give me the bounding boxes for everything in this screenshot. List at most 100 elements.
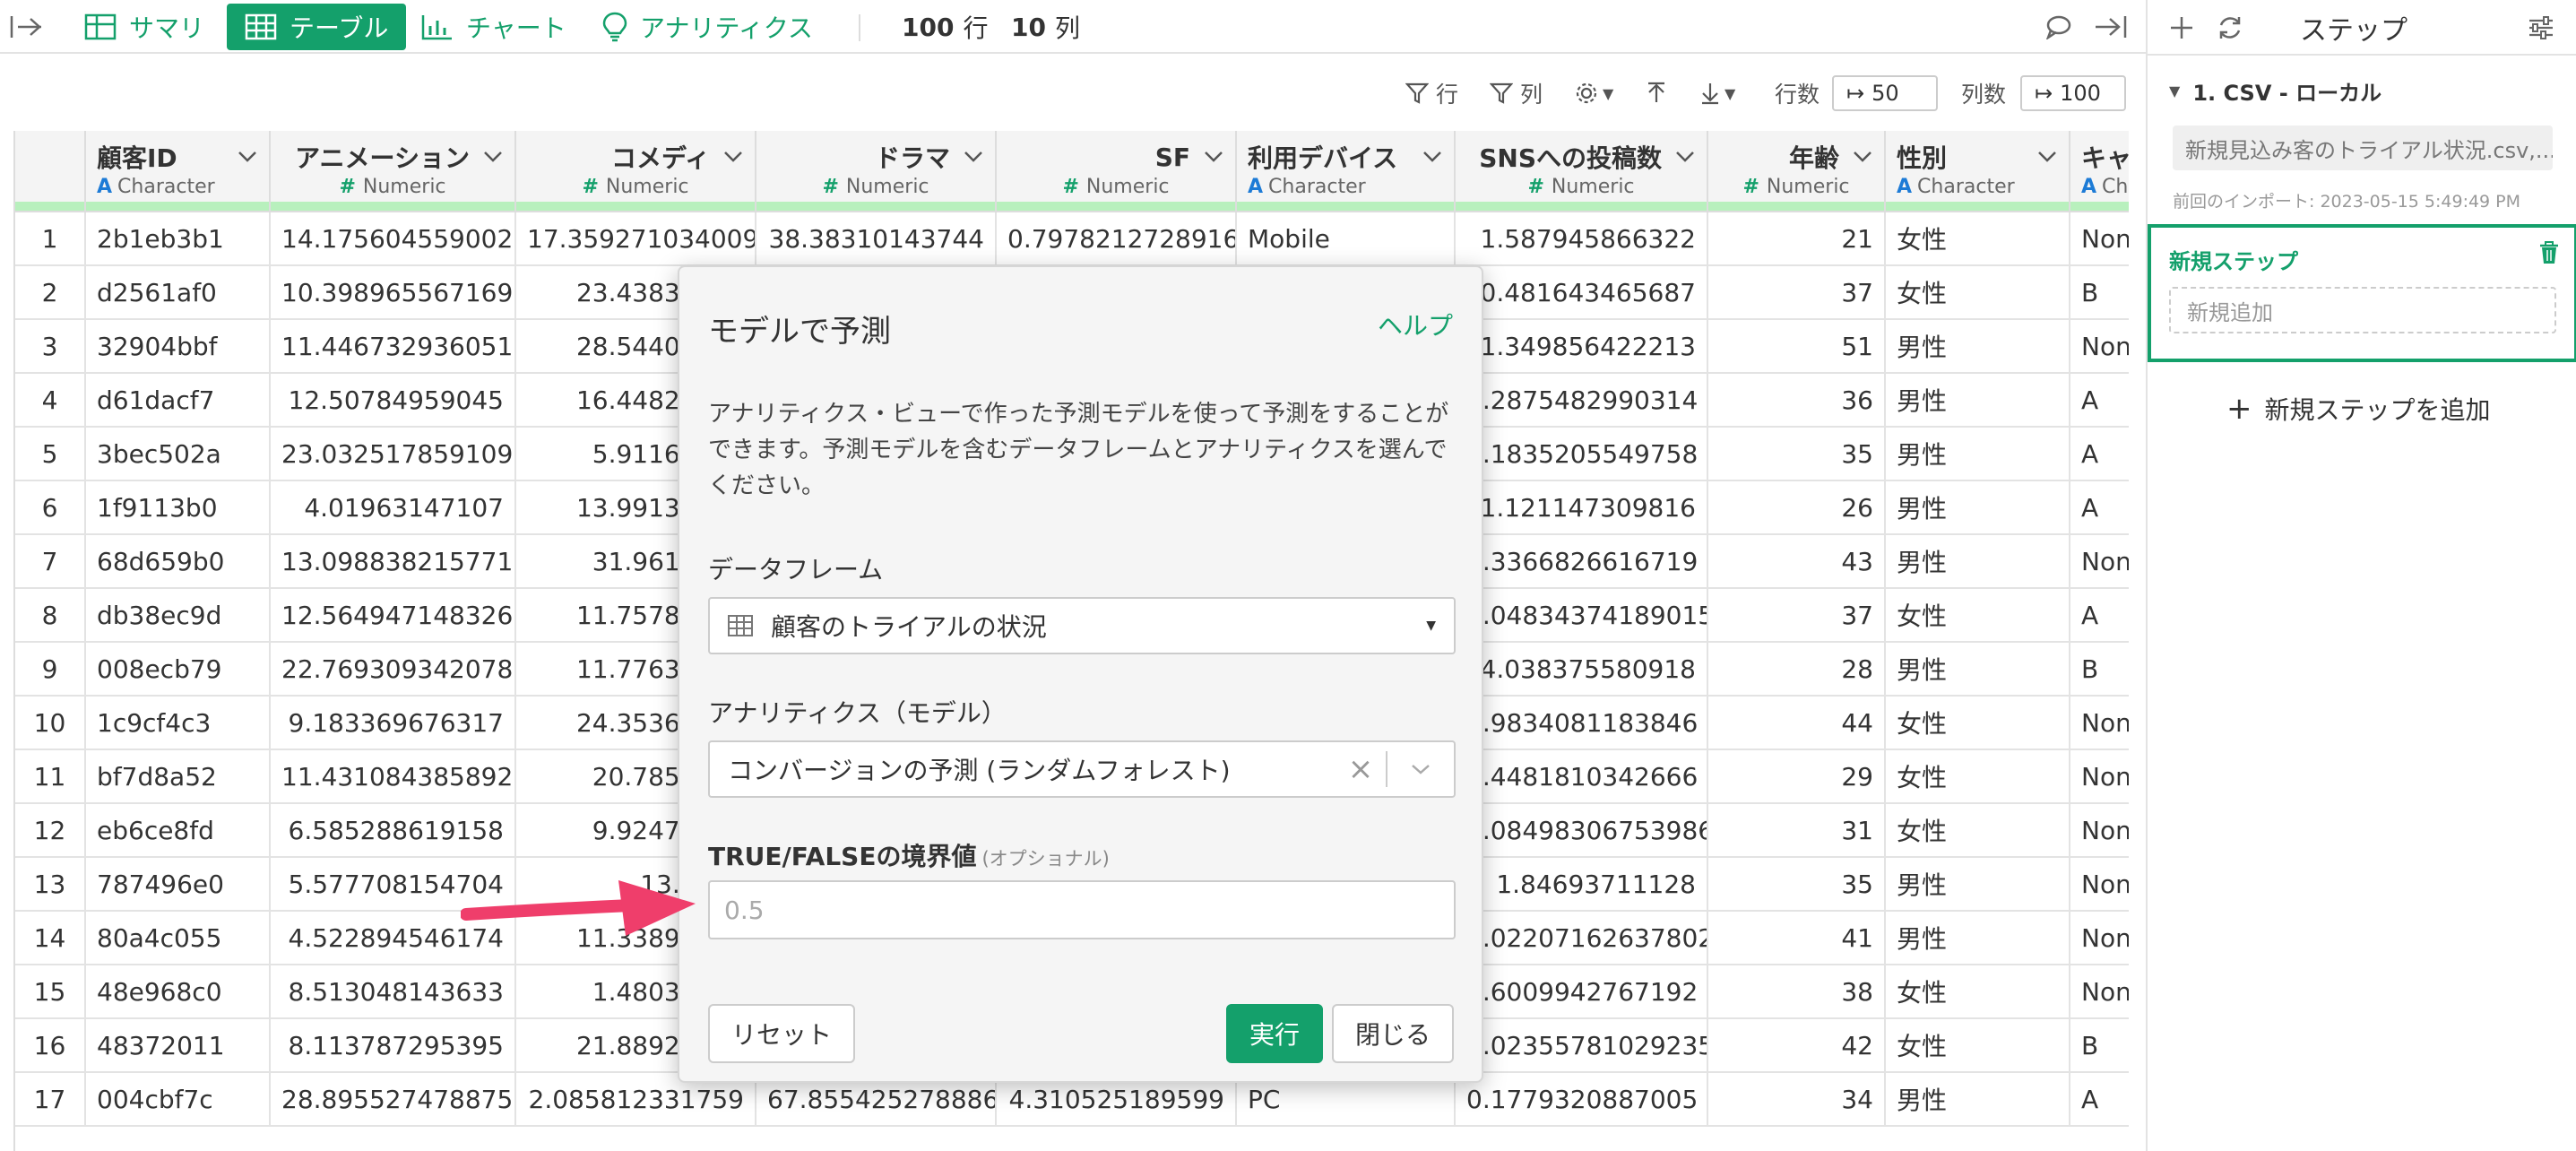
table-cell: Non [2070, 911, 2129, 965]
column-count: 10 列 [1011, 12, 1080, 44]
table-cell: 44 [1707, 696, 1886, 750]
tab-summary-label: サマリ [129, 13, 205, 43]
jump-to-icon: ↦ [2035, 81, 2053, 106]
help-link[interactable]: ヘルプ [1378, 307, 1453, 342]
comment-icon[interactable] [2045, 0, 2072, 54]
table-cell: 男性 [1885, 427, 2070, 481]
add-step-label: 新規ステップを追加 [2264, 395, 2491, 425]
caret-down-icon: ▼ [2169, 82, 2181, 100]
column-header[interactable]: キャ A Ch [2070, 131, 2129, 212]
row-number: 8 [15, 588, 86, 643]
new-step-input[interactable]: 新規追加 [2169, 287, 2556, 333]
row-number: 10 [15, 696, 86, 750]
table-cell: 男性 [1885, 642, 2070, 697]
table-cell: 35 [1707, 857, 1886, 912]
table-cell: Non [2070, 803, 2129, 858]
analytics-select[interactable]: コンバージョンの予測 (ランダムフォレスト) × [708, 740, 1456, 798]
close-button[interactable]: 閉じる [1332, 1004, 1454, 1063]
analytics-label: アナリティクス（モデル） [708, 698, 1007, 728]
chevron-down-icon[interactable] [1203, 150, 1224, 164]
add-step-button[interactable]: + 新規ステップを追加 [2226, 391, 2491, 427]
chevron-down-icon[interactable] [482, 150, 504, 164]
tab-summary[interactable]: サマリ [84, 0, 204, 54]
column-header[interactable]: 性別 A Character [1885, 131, 2070, 212]
collapse-panel-icon[interactable] [2092, 0, 2128, 54]
tab-analytics[interactable]: アナリティクス [602, 0, 813, 54]
caret-down-icon: ▼ [1426, 619, 1436, 633]
optional-note: (オプショナル) [981, 848, 1110, 870]
chevron-down-icon[interactable] [1422, 150, 1443, 164]
table-cell: 34 [1707, 1072, 1886, 1127]
table-cell: Non [2070, 857, 2129, 912]
clear-icon[interactable]: × [1336, 751, 1386, 787]
row-number: 4 [15, 373, 86, 428]
column-type: Numeric [362, 176, 446, 198]
column-name: 利用デバイス [1248, 143, 1398, 172]
trash-icon[interactable] [2538, 240, 2560, 272]
table-cell: 男性 [1885, 534, 2070, 589]
table-cell: 女性 [1885, 212, 2070, 266]
settings-menu-button[interactable]: ▼ [1574, 74, 1613, 113]
step-file-name[interactable]: 新規見込み客のトライアル状況.csv,... [2173, 125, 2553, 170]
collapse-sidebar-icon[interactable] [9, 0, 45, 54]
table-cell: 男性 [1885, 911, 2070, 965]
panel-title: ステップ [2300, 15, 2407, 47]
filter-columns-button[interactable]: 列 [1490, 74, 1543, 113]
plus-icon[interactable] [2169, 0, 2194, 56]
rows-limit-control[interactable]: ↦ 50 [1832, 74, 1938, 113]
table-cell: 0.6009942767192 [1455, 965, 1708, 1019]
chevron-down-icon[interactable] [2036, 150, 2058, 164]
table-cell: d2561af0 [85, 265, 271, 320]
column-header[interactable]: ドラマ # Numeric [756, 131, 997, 212]
chevron-down-icon[interactable] [722, 150, 744, 164]
table-cell: 51 [1707, 319, 1886, 374]
table-cell: 008ecb79 [85, 642, 271, 697]
table-cell: Non [2070, 696, 2129, 750]
table-cell: 0.1835205549758 [1455, 427, 1708, 481]
cols-limit-control[interactable]: ↦ 100 [2020, 74, 2126, 113]
tab-chart[interactable]: チャート [421, 0, 566, 54]
table-cell: 男性 [1885, 1072, 2070, 1127]
sliders-icon[interactable] [2528, 0, 2554, 56]
column-header[interactable]: コメディ # Numeric [515, 131, 756, 212]
row-number: 7 [15, 534, 86, 589]
column-header[interactable]: 顧客ID A Character [85, 131, 271, 212]
jump-to-icon: ↦ [1846, 81, 1865, 106]
chevron-down-icon[interactable] [1852, 150, 1873, 164]
column-type: Character [1917, 176, 2015, 198]
chevron-down-icon[interactable] [963, 150, 984, 164]
steps-panel-header: ステップ [2148, 0, 2576, 56]
column-type: Numeric [1551, 176, 1635, 198]
row-number: 13 [15, 857, 86, 912]
tab-table-label: テーブル [290, 13, 389, 43]
chevron-down-icon[interactable] [1387, 762, 1454, 776]
upload-icon[interactable] [1646, 74, 1667, 113]
run-button[interactable]: 実行 [1226, 1004, 1323, 1063]
column-header[interactable]: SF # Numeric [996, 131, 1237, 212]
table-cell: 6.585288619158 [270, 803, 516, 858]
chevron-down-icon[interactable] [237, 150, 258, 164]
reset-button[interactable]: リセット [708, 1004, 855, 1063]
tab-table[interactable]: テーブル [227, 4, 407, 50]
filter-rows-button[interactable]: 行 [1405, 74, 1458, 113]
table-cell: db38ec9d [85, 588, 271, 643]
step-csv-local[interactable]: ▼ 1. CSV - ローカル [2169, 75, 2382, 107]
column-header[interactable]: 年齢 # Numeric [1707, 131, 1886, 212]
table-cell: 0.04834374189015 [1455, 588, 1708, 643]
character-type-icon: A [1897, 176, 1913, 198]
column-header[interactable]: 利用デバイス A Character [1236, 131, 1456, 212]
table-cell: 1f9113b0 [85, 480, 271, 535]
chevron-down-icon[interactable] [1674, 150, 1696, 164]
dataframe-label: データフレーム [708, 555, 884, 584]
refresh-icon[interactable] [2216, 0, 2244, 56]
threshold-input[interactable] [708, 880, 1456, 939]
pointer-arrow-icon [461, 880, 696, 936]
last-import-time: 前回のインポート: 2023-05-15 5:49:49 PM [2173, 192, 2521, 212]
download-menu-button[interactable]: ▼ [1699, 74, 1735, 113]
caret-down-icon: ▼ [1725, 84, 1736, 102]
table-cell: 80a4c055 [85, 911, 271, 965]
column-header[interactable]: SNSへの投稿数 # Numeric [1455, 131, 1708, 212]
column-header[interactable]: アニメーション # Numeric [270, 131, 516, 212]
table-cell: 38 [1707, 965, 1886, 1019]
dataframe-select[interactable]: 顧客のトライアルの状況 ▼ [708, 597, 1456, 654]
